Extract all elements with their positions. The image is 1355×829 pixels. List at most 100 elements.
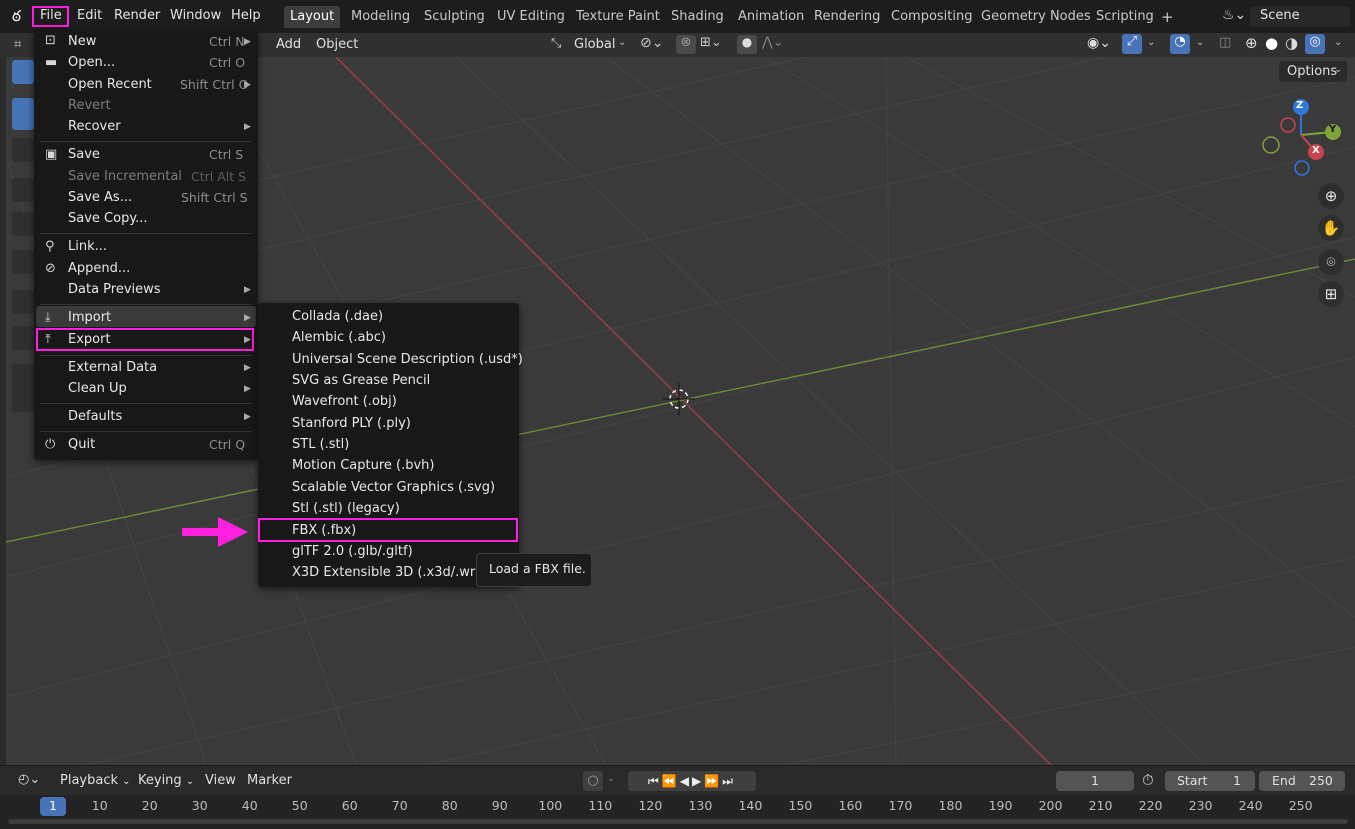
menu-item-open[interactable]: Open... <box>68 55 115 70</box>
menu-item-save-as[interactable]: Save As... <box>68 190 132 205</box>
options-dropdown[interactable]: Options ⌄ <box>1279 61 1347 82</box>
timeline-tick-label: 160 <box>838 798 863 813</box>
measure-tool[interactable] <box>12 326 34 350</box>
timeline-marker-menu[interactable]: Marker <box>247 773 292 788</box>
timeline-view-menu[interactable]: View <box>205 773 236 788</box>
tab-geometry-nodes[interactable]: Geometry Nodes <box>975 6 1097 28</box>
auto-keying-icon[interactable]: ○ <box>583 771 603 791</box>
transform-orientation-icon: ⤡ <box>551 36 562 51</box>
pan-hand-icon[interactable]: ✋ <box>1318 215 1344 241</box>
menu-item-save-copy[interactable]: Save Copy... <box>68 211 148 226</box>
menu-file[interactable]: File <box>40 8 62 23</box>
xray-icon[interactable]: ◫ <box>1219 35 1231 50</box>
current-frame-field[interactable]: 1 <box>1056 771 1134 791</box>
tab-compositing[interactable]: Compositing <box>885 6 979 28</box>
menu-item-defaults[interactable]: Defaults <box>68 409 122 424</box>
transform-tool[interactable] <box>12 250 34 274</box>
timeline-scrollbar[interactable] <box>8 819 1348 824</box>
shading-solid-icon[interactable]: ● <box>1265 34 1278 52</box>
overlays-icon[interactable]: ◔ <box>1170 34 1190 54</box>
menu-item-export[interactable]: Export <box>68 332 111 347</box>
transform-orientation-dropdown[interactable]: Global <box>574 37 615 52</box>
timeline-tick-label: 180 <box>938 798 963 813</box>
scale-tool[interactable] <box>12 212 34 236</box>
editor-type-icon[interactable]: ⌗ <box>14 37 21 52</box>
playback-controls[interactable]: ⏮⏪◀▶⏩⏭ <box>628 771 756 791</box>
snap-target-icon[interactable]: ⊞⌄ <box>700 35 722 50</box>
chevron-down-icon[interactable]: ⌄ <box>607 773 615 784</box>
tab-layout[interactable]: Layout <box>284 6 341 28</box>
timeline-keying-menu[interactable]: Keying ⌄ <box>138 773 194 788</box>
menu-item-data-previews[interactable]: Data Previews <box>68 282 161 297</box>
export-svg-grease-pencil[interactable]: SVG as Grease Pencil <box>292 373 430 388</box>
export-x3d[interactable]: X3D Extensible 3D (.x3d/.wrl) <box>292 565 484 580</box>
pivot-point-icon[interactable]: ⊘⌄ <box>640 35 663 51</box>
perspective-grid-icon[interactable]: ⊞ <box>1318 281 1344 307</box>
select-box-tool[interactable] <box>12 60 34 84</box>
blender-logo-icon[interactable]: ఠ <box>12 7 21 29</box>
tab-uv-editing[interactable]: UV Editing <box>491 6 571 28</box>
stopwatch-icon[interactable]: ⏱ <box>1142 771 1154 789</box>
add-cube-tool[interactable] <box>12 364 34 412</box>
menu-item-external-data[interactable]: External Data <box>68 360 157 375</box>
menu-item-open-recent[interactable]: Open Recent <box>68 77 152 92</box>
shading-rendered-icon[interactable]: ◎ <box>1305 34 1325 54</box>
export-wavefront-obj[interactable]: Wavefront (.obj) <box>292 394 397 409</box>
chevron-down-icon[interactable]: ⌄ <box>1147 37 1155 48</box>
tab-sculpting[interactable]: Sculpting <box>418 6 491 28</box>
header-add-menu[interactable]: Add <box>276 37 301 52</box>
timeline-editor-icon[interactable]: ◴⌄ <box>18 772 40 787</box>
cursor-tool[interactable] <box>12 98 34 130</box>
rotate-tool[interactable] <box>12 178 34 202</box>
camera-icon[interactable]: ⌾ <box>1318 249 1344 275</box>
end-frame-field[interactable]: End 250 <box>1259 771 1345 791</box>
export-gltf[interactable]: glTF 2.0 (.glb/.gltf) <box>292 544 413 559</box>
tab-shading[interactable]: Shading <box>665 6 730 28</box>
zoom-icon[interactable]: ⊕ <box>1318 183 1344 209</box>
visibility-icon[interactable]: ◉⌄ <box>1087 35 1111 51</box>
scene-selector-icon[interactable]: ♨⌄ <box>1222 7 1246 23</box>
tab-modeling[interactable]: Modeling <box>345 6 416 28</box>
menu-item-save[interactable]: Save <box>68 147 100 162</box>
shading-material-icon[interactable]: ◑ <box>1285 34 1298 52</box>
shading-wireframe-icon[interactable]: ⊕ <box>1245 34 1258 52</box>
export-fbx[interactable]: FBX (.fbx) <box>292 523 356 538</box>
menu-item-new[interactable]: New <box>68 34 96 49</box>
menu-item-import[interactable]: Import <box>68 310 111 325</box>
menu-help[interactable]: Help <box>231 8 261 23</box>
tab-animation[interactable]: Animation <box>732 6 810 28</box>
proportional-edit-icon[interactable]: ● <box>737 35 757 54</box>
chevron-down-icon[interactable]: ⌄ <box>1334 37 1342 48</box>
append-icon: ⊘ <box>45 261 56 276</box>
tab-texture-paint[interactable]: Texture Paint <box>570 6 666 28</box>
export-alembic[interactable]: Alembic (.abc) <box>292 330 386 345</box>
menu-item-quit[interactable]: Quit <box>68 437 95 452</box>
chevron-down-icon[interactable]: ⌄ <box>1196 37 1204 48</box>
menu-item-clean-up[interactable]: Clean Up <box>68 381 127 396</box>
move-tool[interactable] <box>12 138 34 162</box>
header-object-menu[interactable]: Object <box>316 37 358 52</box>
export-stl-legacy[interactable]: Stl (.stl) (legacy) <box>292 501 400 516</box>
export-collada[interactable]: Collada (.dae) <box>292 309 383 324</box>
export-scalable-vector-graphics[interactable]: Scalable Vector Graphics (.svg) <box>292 480 495 495</box>
menu-render[interactable]: Render <box>114 8 160 23</box>
export-stl[interactable]: STL (.stl) <box>292 437 349 452</box>
falloff-icon[interactable]: ⋀⌄ <box>762 35 784 50</box>
menu-item-append[interactable]: Append... <box>68 261 130 276</box>
menu-item-link[interactable]: Link... <box>68 239 107 254</box>
menu-edit[interactable]: Edit <box>77 8 102 23</box>
start-frame-field[interactable]: Start 1 <box>1165 771 1255 791</box>
export-motion-capture-bvh[interactable]: Motion Capture (.bvh) <box>292 458 435 473</box>
tab-scripting[interactable]: Scripting <box>1090 6 1160 28</box>
annotate-tool[interactable] <box>12 290 34 314</box>
tab-rendering[interactable]: Rendering <box>808 6 886 28</box>
menu-item-recover[interactable]: Recover <box>68 119 121 134</box>
timeline-playback-menu[interactable]: Playback ⌄ <box>60 773 131 788</box>
export-stanford-ply[interactable]: Stanford PLY (.ply) <box>292 416 411 431</box>
gizmo-toggle-icon[interactable]: ⤢ <box>1122 34 1142 54</box>
add-workspace-button[interactable]: + <box>1155 6 1180 28</box>
export-usd[interactable]: Universal Scene Description (.usd*) <box>292 352 523 367</box>
scene-name-field[interactable]: Scene <box>1250 6 1350 27</box>
snap-icon[interactable]: ⊗ <box>676 35 696 54</box>
menu-window[interactable]: Window <box>170 8 221 23</box>
